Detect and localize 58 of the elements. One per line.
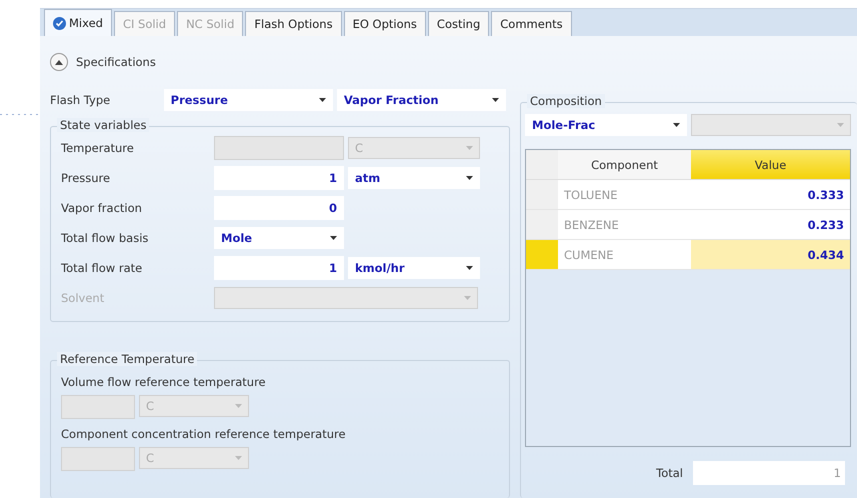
field-label: Pressure <box>61 171 112 185</box>
caret-icon <box>466 266 473 270</box>
value-field[interactable]: 1 <box>214 166 344 190</box>
caret-icon <box>235 456 242 460</box>
tab[interactable]: Costing <box>428 11 490 36</box>
table-cell[interactable]: 0.333 <box>691 180 850 210</box>
unit-dropdown[interactable]: kmol/hr <box>348 257 480 279</box>
table-cell: CUMENE <box>558 240 691 270</box>
field-label: Volume flow reference temperature <box>61 375 267 389</box>
caret-icon <box>837 123 844 127</box>
group-title: Composition <box>527 94 605 108</box>
collapse-button[interactable] <box>50 53 68 71</box>
basis-dropdown[interactable]: Mole-Frac <box>525 114 687 136</box>
flash-type-dropdown[interactable]: Vapor Fraction <box>336 89 506 111</box>
tab[interactable]: EO Options <box>344 11 426 36</box>
row-header[interactable] <box>526 240 558 270</box>
field-label: Flash Type <box>50 93 112 107</box>
column-header[interactable]: Value <box>691 150 850 180</box>
unit-dropdown[interactable] <box>691 114 851 136</box>
field-label: Total flow rate <box>61 261 144 275</box>
flash-type-dropdown[interactable]: Pressure <box>164 89 333 111</box>
field-label: Vapor fraction <box>61 201 143 215</box>
value-field[interactable] <box>61 447 135 471</box>
caret-icon <box>235 404 242 408</box>
tab[interactable]: Mixed <box>44 9 112 36</box>
caret-icon <box>673 123 680 127</box>
corner-cell <box>526 150 558 180</box>
field-label: Solvent <box>61 291 106 305</box>
field-label: Component concentration reference temperature <box>61 427 347 441</box>
value-field[interactable]: 1 <box>214 256 344 280</box>
caret-icon <box>492 98 499 102</box>
table-cell: TOLUENE <box>558 180 691 210</box>
field-label: Total flow basis <box>61 231 150 245</box>
group-title: Reference Temperature <box>57 352 198 366</box>
field-label: Total <box>656 466 683 480</box>
caret-icon <box>466 146 473 150</box>
table-cell[interactable]: 0.233 <box>691 210 850 240</box>
chevron-icon <box>55 60 63 64</box>
value-field[interactable] <box>61 395 135 419</box>
caret-icon <box>466 176 473 180</box>
section-title: Specifications <box>76 55 156 69</box>
unit-dropdown[interactable]: atm <box>348 167 480 189</box>
table-cell[interactable]: 0.434 <box>691 240 850 270</box>
field-label: Temperature <box>61 141 135 155</box>
column-header[interactable]: Component <box>558 150 691 180</box>
total-field: 1 <box>693 461 845 485</box>
table-cell: BENZENE <box>558 210 691 240</box>
basis-dropdown[interactable]: Mole <box>214 227 344 249</box>
row-header[interactable] <box>526 180 558 210</box>
caret-icon <box>330 236 337 240</box>
value-field[interactable]: 0 <box>214 196 344 220</box>
check-icon <box>53 16 66 30</box>
tab[interactable]: Flash Options <box>245 11 342 36</box>
caret-icon <box>464 296 471 300</box>
tab[interactable]: Comments <box>491 11 572 36</box>
group-title: State variables <box>57 118 150 132</box>
caret-icon <box>318 98 326 102</box>
row-header[interactable] <box>526 210 558 240</box>
